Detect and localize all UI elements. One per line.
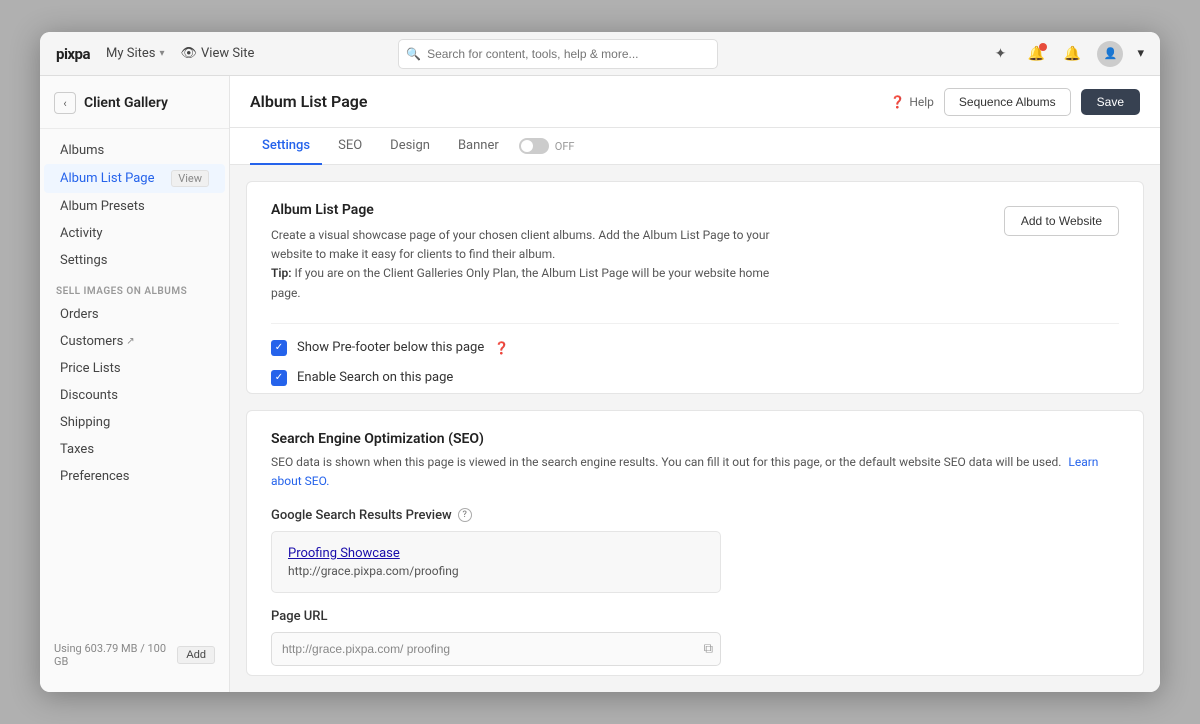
check-icon: ✓ — [275, 342, 283, 353]
page-url-input-wrap: ⧉ — [271, 632, 721, 666]
seo-card-desc: SEO data is shown when this page is view… — [271, 453, 1119, 491]
save-button[interactable]: Save — [1081, 89, 1140, 115]
avatar-chevron-icon: ▾ — [1137, 46, 1144, 61]
sidebar-item-album-list-page[interactable]: Album List Page View — [44, 164, 225, 193]
sidebar-title: Client Gallery — [84, 95, 168, 111]
notification-badge — [1039, 43, 1047, 51]
notification-icon[interactable]: 🔔 — [1025, 43, 1047, 65]
enable-search-label: Enable Search on this page — [297, 370, 453, 385]
bell-icon[interactable]: 🔔 — [1061, 43, 1083, 65]
sidebar-item-view-button[interactable]: View — [171, 170, 209, 187]
show-prefooter-row: ✓ Show Pre-footer below this page ❓ — [271, 340, 1119, 356]
logo: pixpa — [56, 45, 90, 63]
enable-search-row: ✓ Enable Search on this page — [271, 370, 1119, 386]
page-url-label: Page URL — [271, 609, 1119, 624]
prefooter-help-icon[interactable]: ❓ — [494, 341, 509, 355]
avatar-icon: 👤 — [1104, 47, 1118, 60]
album-list-page-card: Album List Page Create a visual showcase… — [246, 181, 1144, 394]
my-sites-nav[interactable]: My Sites ▾ — [106, 46, 165, 61]
sidebar-item-album-presets[interactable]: Album Presets — [44, 193, 225, 220]
avatar[interactable]: 👤 — [1097, 41, 1123, 67]
search-icon: 🔍 — [406, 47, 421, 61]
page-url-input[interactable] — [271, 632, 721, 666]
page-title: Album List Page — [250, 92, 890, 111]
banner-toggle[interactable]: OFF — [519, 138, 575, 154]
tab-banner[interactable]: Banner — [446, 128, 511, 165]
sidebar-item-shipping[interactable]: Shipping — [44, 409, 225, 436]
add-storage-button[interactable]: Add — [177, 646, 215, 664]
help-label: Help — [909, 95, 934, 109]
header-actions: ❓ Help Sequence Albums Save — [890, 88, 1140, 116]
google-preview-box: Proofing Showcase http://grace.pixpa.com… — [271, 531, 721, 593]
sell-section-label: SELL IMAGES ON ALBUMS — [40, 274, 229, 301]
topbar-actions: ✦ 🔔 🔔 👤 ▾ — [989, 41, 1144, 67]
view-site-label: View Site — [201, 46, 254, 61]
content-area: Album List Page ❓ Help Sequence Albums S… — [230, 76, 1160, 692]
tabs: Settings SEO Design Banner OFF — [230, 128, 1160, 165]
sidebar: ‹ Client Gallery Albums Album List Page … — [40, 76, 230, 692]
copy-url-icon[interactable]: ⧉ — [704, 641, 713, 656]
seo-card: Search Engine Optimization (SEO) SEO dat… — [246, 410, 1144, 676]
sidebar-item-preferences[interactable]: Preferences — [44, 463, 225, 490]
sidebar-item-orders[interactable]: Orders — [44, 301, 225, 328]
sequence-albums-button[interactable]: Sequence Albums — [944, 88, 1071, 116]
album-list-page-card-inner: Album List Page Create a visual showcase… — [247, 182, 1143, 323]
album-list-card-title: Album List Page — [271, 202, 771, 218]
google-preview-section: Google Search Results Preview ? — [271, 508, 1119, 523]
storage-label: Using 603.79 MB / 100 GB — [54, 642, 169, 668]
content-header: Album List Page ❓ Help Sequence Albums S… — [230, 76, 1160, 128]
star-icon[interactable]: ✦ — [989, 43, 1011, 65]
sidebar-item-activity[interactable]: Activity — [44, 220, 225, 247]
tab-design[interactable]: Design — [378, 128, 442, 165]
tip-text: If you are on the Client Galleries Only … — [271, 266, 769, 299]
seo-card-title: Search Engine Optimization (SEO) — [271, 431, 1119, 447]
help-circle-icon: ❓ — [890, 95, 905, 109]
view-site-nav[interactable]: 👁 View Site — [181, 46, 255, 61]
seo-card-inner: Search Engine Optimization (SEO) SEO dat… — [247, 411, 1143, 676]
content-body: Album List Page Create a visual showcase… — [230, 165, 1160, 692]
topbar: pixpa My Sites ▾ 👁 View Site 🔍 ✦ 🔔 🔔 👤 ▾ — [40, 32, 1160, 76]
chevron-down-icon: ▾ — [159, 48, 164, 59]
help-link[interactable]: ❓ Help — [890, 95, 934, 109]
album-list-card-desc: Create a visual showcase page of your ch… — [271, 226, 771, 303]
show-prefooter-label: Show Pre-footer below this page — [297, 340, 484, 355]
add-to-website-button[interactable]: Add to Website — [1004, 206, 1119, 236]
sidebar-item-settings[interactable]: Settings — [44, 247, 225, 274]
my-sites-label: My Sites — [106, 46, 155, 61]
check-icon-2: ✓ — [275, 372, 283, 383]
card-checkboxes: ✓ Show Pre-footer below this page ❓ ✓ En… — [247, 324, 1143, 395]
enable-search-checkbox[interactable]: ✓ — [271, 370, 287, 386]
sidebar-back-button[interactable]: ‹ — [54, 92, 76, 114]
sidebar-item-price-lists[interactable]: Price Lists — [44, 355, 225, 382]
sidebar-item-albums[interactable]: Albums — [44, 137, 225, 164]
search-input[interactable] — [398, 39, 718, 69]
google-preview-url: http://grace.pixpa.com/proofing — [288, 564, 704, 578]
toggle-label: OFF — [555, 140, 575, 153]
sidebar-footer: Using 603.79 MB / 100 GB Add — [40, 630, 229, 680]
sidebar-header: ‹ Client Gallery — [40, 88, 229, 129]
google-preview-help-icon[interactable]: ? — [458, 508, 472, 522]
show-prefooter-checkbox[interactable]: ✓ — [271, 340, 287, 356]
eye-icon: 👁 — [181, 46, 198, 61]
tip-prefix: Tip: — [271, 266, 292, 280]
google-preview-title: Proofing Showcase — [288, 546, 704, 561]
tab-settings[interactable]: Settings — [250, 128, 322, 165]
search-container: 🔍 — [398, 39, 718, 69]
sidebar-item-customers[interactable]: Customers ↗ — [44, 328, 225, 355]
toggle-switch[interactable] — [519, 138, 549, 154]
sidebar-item-discounts[interactable]: Discounts — [44, 382, 225, 409]
sidebar-item-taxes[interactable]: Taxes — [44, 436, 225, 463]
external-link-icon: ↗ — [126, 336, 134, 347]
tab-seo[interactable]: SEO — [326, 128, 374, 165]
google-preview-label: Google Search Results Preview — [271, 508, 452, 523]
album-list-page-card-content: Album List Page Create a visual showcase… — [271, 202, 771, 303]
